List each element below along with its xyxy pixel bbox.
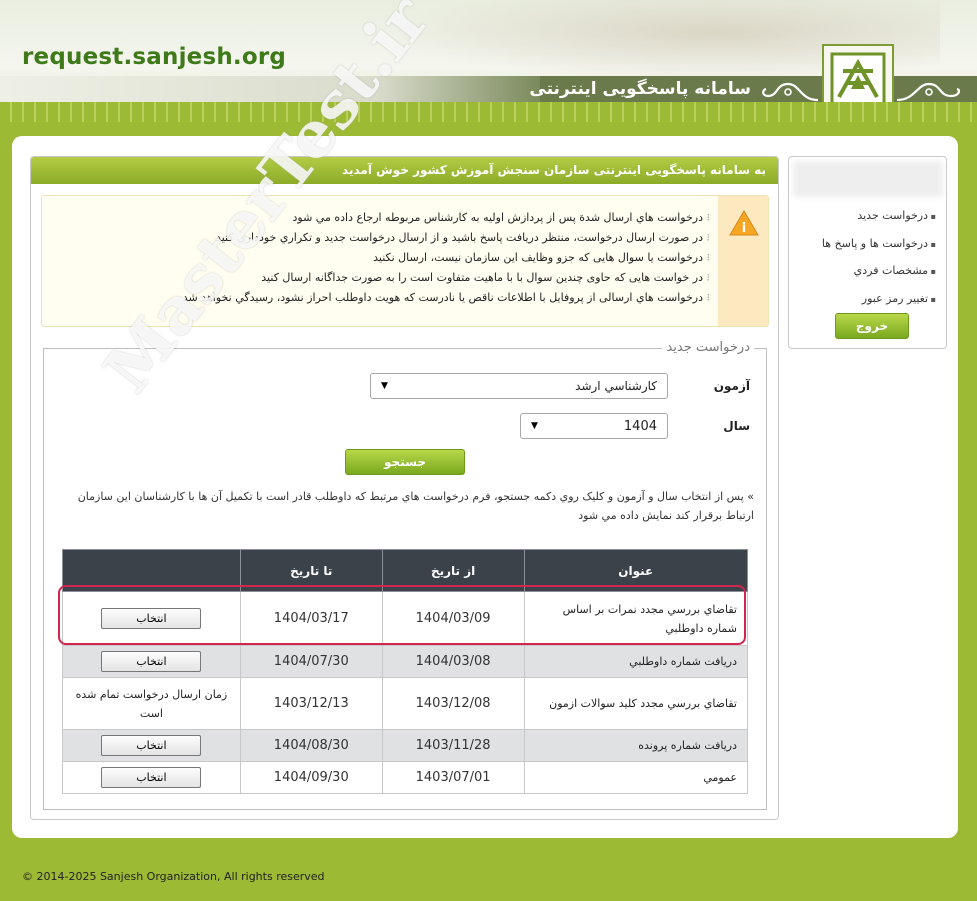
select-button[interactable]: انتخاب	[101, 767, 202, 788]
row-from-date: 1403/11/28	[381, 729, 525, 762]
row-action-cell: انتخاب	[62, 645, 241, 678]
header-stripe	[0, 102, 977, 122]
exam-select-value: كارشناسي ارشد	[575, 379, 657, 393]
year-select-value: 1404	[623, 418, 657, 434]
requests-table: عنوان از تاريخ تا تاريخ تقاضاي بررسي مجد…	[62, 549, 749, 794]
chevron-down-icon: ▼	[381, 381, 388, 391]
row-title: دريافت شماره داوطلبي	[523, 645, 749, 678]
sidebar-item-profile[interactable]: مشخصات فردي	[822, 258, 936, 286]
logo-emblem-icon	[830, 52, 886, 108]
fieldset-legend: درخواست جديد	[662, 340, 754, 355]
svg-text:i: i	[742, 221, 746, 236]
warning-icon: i	[729, 210, 759, 236]
row-to-date: 1404/08/30	[239, 729, 383, 762]
row-to-date: 1404/07/30	[239, 645, 383, 678]
ornament-left-icon	[762, 82, 819, 102]
table-header-row: عنوان از تاريخ تا تاريخ	[62, 549, 749, 592]
chevron-down-icon: ▼	[531, 421, 538, 431]
row-action-cell: انتخاب	[62, 729, 241, 762]
user-info-blurred	[793, 161, 943, 197]
row-from-date: 1404/03/09	[381, 591, 525, 646]
row-action-cell: انتخاب	[62, 591, 241, 646]
col-from-header: از تاريخ	[381, 549, 525, 592]
request-closed-text: زمان ارسال درخواست تمام شده است	[62, 677, 241, 730]
sidebar-item-requests-answers[interactable]: درخواست ها و پاسخ ها	[822, 231, 936, 259]
row-title: تقاضاي بررسي مجدد نمرات بر اساس شماره دا…	[523, 591, 749, 646]
row-to-date: 1403/12/13	[239, 677, 383, 730]
row-from-date: 1403/07/01	[381, 761, 525, 794]
row-title: عمومي	[523, 761, 749, 794]
table-row: عمومي 1403/07/01 1404/09/30 انتخاب	[62, 761, 749, 794]
row-title: دريافت شماره پرونده	[523, 729, 749, 762]
col-action-header	[62, 549, 241, 592]
table-row: تقاضاي بررسي مجدد نمرات بر اساس شماره دا…	[62, 591, 749, 646]
notice-item: در خواست هايی كه حاوی چندين سوال با با م…	[70, 268, 710, 288]
content-area: به سامانه پاسخگويی اينترنتی سازمان سنجش …	[30, 156, 779, 820]
site-header: request.sanjesh.org سامانه پاسخگويی اينت…	[0, 0, 977, 122]
col-title-header: عنوان	[523, 549, 749, 592]
row-from-date: 1403/12/08	[381, 677, 525, 730]
year-label: سال	[723, 419, 750, 433]
welcome-bar: به سامانه پاسخگويی اينترنتی سازمان سنجش …	[31, 157, 778, 184]
row-from-date: 1404/03/08	[381, 645, 525, 678]
year-select[interactable]: 1404 ▼	[520, 413, 668, 439]
notice-box: i درخواست هاي ارسال شدة پس از پردازش اول…	[41, 195, 769, 327]
system-title: سامانه پاسخگويی اينترنتی	[529, 79, 751, 99]
exit-button[interactable]: خروج	[835, 313, 909, 339]
sidebar: درخواست جديد درخواست ها و پاسخ ها مشخصات…	[788, 156, 947, 349]
exam-select[interactable]: كارشناسي ارشد ▼	[370, 373, 668, 399]
sidebar-item-change-password[interactable]: تغيير رمز عبور	[822, 286, 936, 314]
notice-item: درخواست يا سوال هايی كه جزو وظايف اين سا…	[70, 248, 710, 268]
col-to-header: تا تاريخ	[239, 549, 383, 592]
select-button[interactable]: انتخاب	[101, 651, 202, 672]
notice-list: درخواست هاي ارسال شدة پس از پردازش اوليه…	[70, 208, 710, 308]
row-to-date: 1404/03/17	[239, 591, 383, 646]
row-action-cell: انتخاب	[62, 761, 241, 794]
copyright-footer: © 2014-2025 Sanjesh Organization, All ri…	[22, 870, 325, 883]
ornament-right-icon	[896, 82, 961, 102]
sidebar-menu: درخواست جديد درخواست ها و پاسخ ها مشخصات…	[822, 203, 936, 313]
row-title: تقاضاي بررسي مجدد كليد سوالات ازمون	[523, 677, 749, 730]
new-request-fieldset: درخواست جديد آزمون كارشناسي ارشد ▼ سال 1…	[43, 340, 767, 810]
row-to-date: 1404/09/30	[239, 761, 383, 794]
table-row: دريافت شماره داوطلبي 1404/03/08 1404/07/…	[62, 645, 749, 678]
notice-item: درخواست هاي ارسال شدة پس از پردازش اوليه…	[70, 208, 710, 228]
site-url: request.sanjesh.org	[22, 44, 287, 70]
notice-item: درخواست هاي ارسالی از پروفايل با اطلاعات…	[70, 288, 710, 308]
table-row: تقاضاي بررسي مجدد كليد سوالات ازمون 1403…	[62, 677, 749, 730]
warning-column: i	[718, 196, 768, 326]
table-row: دريافت شماره پرونده 1403/11/28 1404/08/3…	[62, 729, 749, 762]
exam-label: آزمون	[713, 379, 750, 393]
help-text: » پس از انتخاب سال و آزمون و کليک روي دک…	[77, 490, 754, 522]
select-button[interactable]: انتخاب	[101, 608, 202, 629]
sidebar-item-new-request[interactable]: درخواست جديد	[822, 203, 936, 231]
notice-item: در صورت ارسال درخواست، منتظر دريافت پاسخ…	[70, 228, 710, 248]
select-button[interactable]: انتخاب	[101, 735, 202, 756]
search-button[interactable]: جستجو	[345, 449, 465, 475]
